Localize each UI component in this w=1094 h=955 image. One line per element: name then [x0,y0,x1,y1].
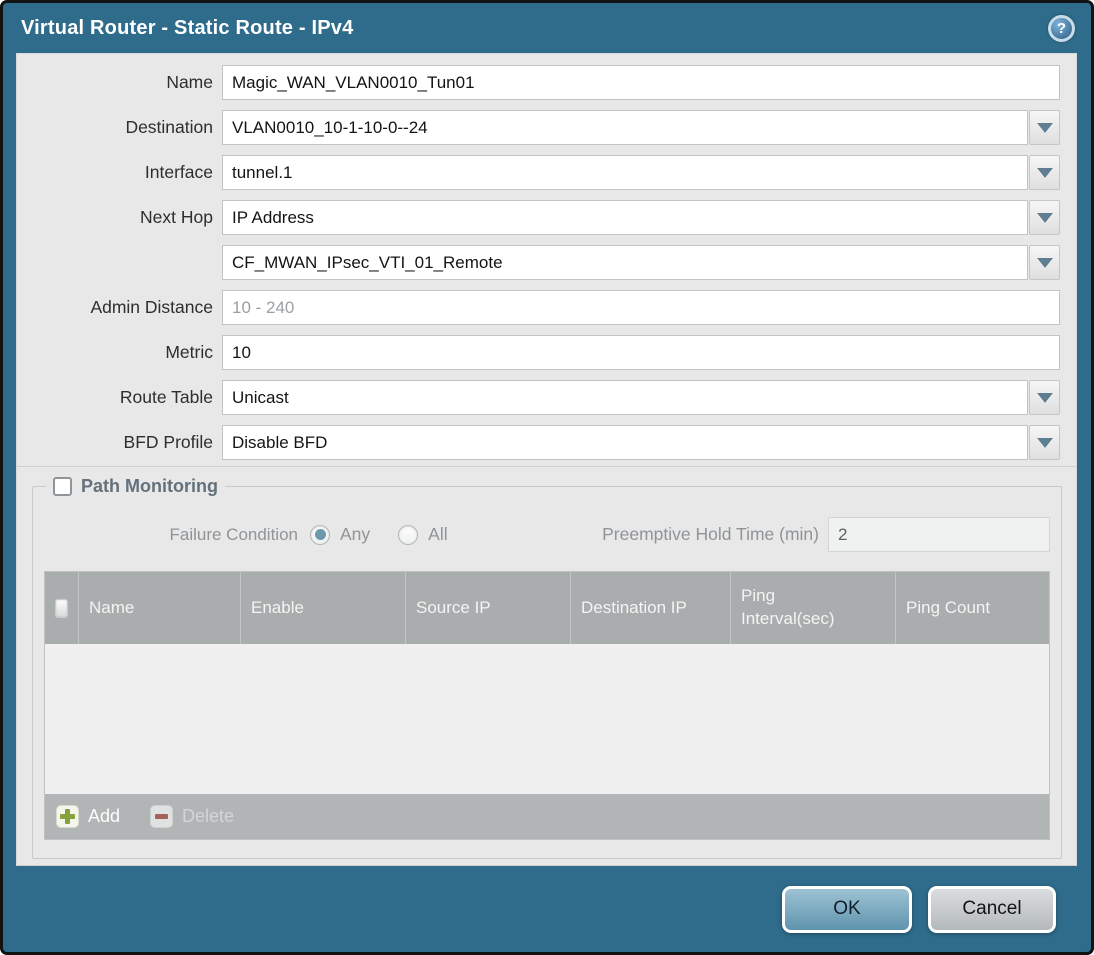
table-header-select [45,572,78,644]
path-monitoring-table: Name Enable Source IP Destination IP Pin… [44,571,1050,840]
table-header-enable[interactable]: Enable [240,572,405,644]
chevron-down-icon [1036,122,1053,133]
cancel-button[interactable]: Cancel [928,885,1056,933]
dialog-content: Name Destination Interface Next Hop [16,53,1077,866]
route-table-dropdown-button[interactable] [1029,380,1060,415]
chevron-down-icon [1036,437,1053,448]
radio-any-label: Any [340,524,371,544]
destination-dropdown-button[interactable] [1029,110,1060,145]
metric-label: Metric [165,342,213,362]
chevron-down-icon [1036,212,1053,223]
minus-icon [150,805,174,828]
route-table-input[interactable] [222,380,1028,415]
radio-all[interactable] [398,524,419,545]
section-divider [17,466,1076,467]
next-hop-address-input[interactable] [222,245,1028,280]
failure-condition-row: Failure Condition Any All Preemptive Hol… [44,517,1050,552]
route-table-label: Route Table [119,387,213,407]
path-monitoring-checkbox[interactable] [53,477,72,496]
form-row-next-hop-address [17,245,1060,280]
form-row-next-hop: Next Hop [17,200,1060,235]
admin-distance-input[interactable] [222,290,1060,325]
destination-input[interactable] [222,110,1028,145]
radio-any[interactable] [310,524,330,545]
table-header-source-ip[interactable]: Source IP [405,572,570,644]
failure-condition-label: Failure Condition [169,524,298,544]
form-row-admin-distance: Admin Distance [17,290,1060,325]
metric-input[interactable] [222,335,1060,370]
form-row-destination: Destination [17,110,1060,145]
form-row-metric: Metric [17,335,1060,370]
table-body-empty [45,644,1049,794]
chevron-down-icon [1036,392,1053,403]
table-header-name[interactable]: Name [78,572,240,644]
ok-button[interactable]: OK [782,885,912,933]
admin-distance-label: Admin Distance [90,297,213,317]
add-button[interactable]: Add [56,805,120,828]
preemptive-hold-time-label: Preemptive Hold Time (min) [602,524,819,544]
help-icon[interactable]: ? [1048,14,1075,42]
interface-label: Interface [144,162,213,182]
failure-condition-options: Any All [310,524,476,545]
name-input[interactable] [222,65,1060,100]
table-header-destination-ip[interactable]: Destination IP [570,572,730,644]
preemptive-hold-time-input[interactable] [828,517,1050,552]
name-label: Name [166,72,213,92]
dialog-title: Virtual Router - Static Route - IPv4 [21,16,354,39]
bfd-profile-input[interactable] [222,425,1028,460]
interface-input[interactable] [222,155,1028,190]
bfd-profile-label: BFD Profile [123,432,213,452]
table-header-ping-count[interactable]: Ping Count [895,572,1049,644]
add-button-label: Add [88,806,121,826]
dialog-titlebar: Virtual Router - Static Route - IPv4 ? [3,3,1091,53]
table-header-row: Name Enable Source IP Destination IP Pin… [45,572,1049,644]
next-hop-type-dropdown-button[interactable] [1029,200,1060,235]
form-row-interface: Interface [17,155,1060,190]
form-row-name: Name [17,65,1060,100]
delete-button[interactable]: Delete [150,805,234,828]
next-hop-label: Next Hop [140,207,213,227]
path-monitoring-title: Path Monitoring [81,476,218,496]
path-monitoring-legend: Path Monitoring [46,476,225,497]
chevron-down-icon [1036,257,1053,268]
destination-label: Destination [125,117,213,137]
path-monitoring-section: Path Monitoring Failure Condition Any Al… [32,476,1062,859]
interface-dropdown-button[interactable] [1029,155,1060,190]
form-row-route-table: Route Table [17,380,1060,415]
radio-option-any[interactable]: Any [310,524,370,545]
next-hop-type-input[interactable] [222,200,1028,235]
plus-icon [56,805,79,828]
select-all-checkbox[interactable] [55,598,68,618]
radio-option-all[interactable]: All [398,524,448,545]
table-toolbar: Add Delete [45,794,1049,839]
form-row-bfd-profile: BFD Profile [17,425,1060,460]
bfd-profile-dropdown-button[interactable] [1029,425,1060,460]
dialog-footer: OK Cancel [3,866,1091,952]
chevron-down-icon [1036,167,1053,178]
static-route-dialog: Virtual Router - Static Route - IPv4 ? N… [0,0,1094,955]
next-hop-address-dropdown-button[interactable] [1029,245,1060,280]
radio-all-label: All [428,524,448,544]
help-glyph: ? [1056,19,1067,37]
table-header-ping-interval[interactable]: Ping Interval(sec) [730,572,895,644]
delete-button-label: Delete [182,806,235,826]
